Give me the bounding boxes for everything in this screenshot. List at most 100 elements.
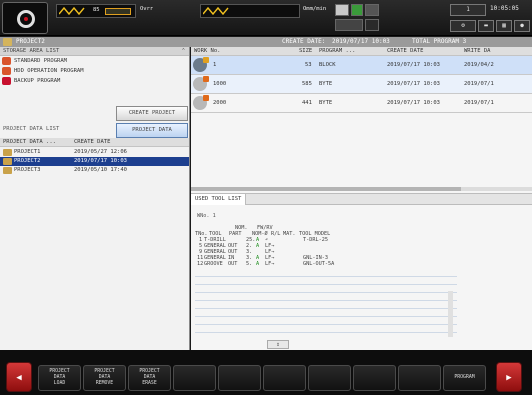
empty-rows xyxy=(195,269,457,333)
work-row-selected[interactable]: 1 53 BLOCK 2019/07/17 10:03 2019/04/2 xyxy=(191,56,532,75)
project-date: 2019/05/10 17:40 xyxy=(74,167,127,173)
project-name: PROJECT1 xyxy=(14,149,41,155)
work-size: 441 xyxy=(302,100,312,106)
mode-block[interactable] xyxy=(335,19,363,31)
project-date: 2019/07/17 10:03 xyxy=(74,158,127,164)
storage-area-title: STORAGE AREA LIST xyxy=(3,48,60,54)
collapse-icon[interactable]: ⌃ xyxy=(182,47,185,56)
mode-block[interactable] xyxy=(335,4,349,16)
feed-rate-gauge xyxy=(200,4,300,18)
scrollbar-thumb[interactable] xyxy=(191,187,461,191)
scroll-toggle-icon[interactable]: ⇕ xyxy=(267,340,289,349)
work-unit: BYTE xyxy=(319,81,333,87)
storage-item-backup[interactable]: BACKUP PROGRAM xyxy=(0,76,189,86)
work-write-date: 2019/04/2 xyxy=(464,62,494,68)
used-tool-list-tab[interactable]: USED TOOL LIST xyxy=(191,194,247,205)
mode-block[interactable] xyxy=(351,4,363,16)
tool-table: NOM. FW/RV TNo. TOOL PART NOM-Ø R/L MAT.… xyxy=(195,225,457,337)
project-name: PROJECT2 xyxy=(14,158,41,164)
tool-table-header: NOM. FW/RV TNo. TOOL PART NOM-Ø R/L MAT.… xyxy=(195,225,457,237)
softkey-label: ERASE xyxy=(142,381,157,386)
softkey-empty[interactable] xyxy=(353,365,396,391)
used-tool-list-header: USED TOOL LIST xyxy=(191,193,532,205)
col-program[interactable]: PROGRAM ... xyxy=(319,48,355,54)
work-unit: BLOCK xyxy=(319,62,336,68)
project-date: 2019/05/27 12:06 xyxy=(74,149,127,155)
work-write-date: 2019/07/1 xyxy=(464,100,494,106)
folder-icon xyxy=(3,158,12,165)
softkey-empty[interactable] xyxy=(308,365,351,391)
tool-tno: 12 xyxy=(197,261,204,267)
spindle-load-gauge: 85 xyxy=(56,4,136,18)
project-name: PROJECT3 xyxy=(14,167,41,173)
wno-value: 1 xyxy=(212,213,216,219)
storage-item-hdd[interactable]: HDD OPERATION PROGRAM xyxy=(0,66,189,76)
program-badge-icon xyxy=(203,76,209,82)
tool-list-scrollbar[interactable] xyxy=(448,291,453,337)
wno-label: WNo. xyxy=(197,213,210,219)
tool-row[interactable]: 12 GROOVE OUT 5. A LF→ GNL-OUT-5A xyxy=(195,261,457,267)
softkey-project-data-load[interactable]: PROJECT DATA LOAD xyxy=(38,365,81,391)
create-date-value: 2019/07/17 10:03 xyxy=(332,38,390,45)
title-bar: PROJECT2 CREATE DATE: 2019/07/17 10:03 T… xyxy=(0,37,532,47)
mazak-logo[interactable] xyxy=(2,2,48,34)
network-status[interactable]: 1 xyxy=(450,4,486,16)
softkey-empty[interactable] xyxy=(173,365,216,391)
work-create-date: 2019/07/17 10:03 xyxy=(387,62,440,68)
col-create-date[interactable]: CREATE DATE xyxy=(387,48,423,54)
tool-a: A xyxy=(256,261,260,267)
grid-icon[interactable]: ▦ xyxy=(496,20,512,32)
program-badge-icon xyxy=(203,95,209,101)
col-write-date[interactable]: WRITE DA xyxy=(464,48,491,54)
softkey-empty[interactable] xyxy=(263,365,306,391)
project-data-button[interactable]: PROJECT DATA xyxy=(116,123,188,138)
softkey-project-data-erase[interactable]: PROJECT DATA ERASE xyxy=(128,365,171,391)
col-create-date[interactable]: CREATE DATE xyxy=(74,139,110,145)
work-size: 585 xyxy=(302,81,312,87)
col-size[interactable]: SIZE xyxy=(299,48,312,54)
softkey-project-data-remove[interactable]: PROJECT DATA REMOVE xyxy=(83,365,126,391)
storage-item-standard[interactable]: STANDARD PROGRAM xyxy=(0,56,189,66)
menu-icon[interactable]: ▬ xyxy=(478,20,494,32)
work-row[interactable]: 2000 441 BYTE 2019/07/17 10:03 2019/07/1 xyxy=(191,94,532,113)
settings-icon[interactable]: ⚙ xyxy=(450,20,476,32)
spindle-bar xyxy=(105,8,131,15)
softkey-program[interactable]: PROGRAM xyxy=(443,365,486,391)
tool-name: GROOVE xyxy=(204,261,223,267)
work-create-date: 2019/07/17 10:03 xyxy=(387,81,440,87)
mode-value: 1 xyxy=(466,6,470,13)
project-row[interactable]: PROJECT1 2019/05/27 12:06 xyxy=(0,148,189,157)
softkey-empty[interactable] xyxy=(398,365,441,391)
hdd-icon xyxy=(2,67,11,75)
work-no: 2000 xyxy=(213,100,227,106)
work-no: 1 xyxy=(213,62,217,68)
clock: 10:05:05 xyxy=(490,5,519,12)
power-icon[interactable]: ● xyxy=(514,20,530,32)
prev-page-arrow-icon[interactable]: ◀ xyxy=(6,362,32,392)
tool-nom: 5. xyxy=(246,261,253,267)
storage-item-label: STANDARD PROGRAM xyxy=(14,58,67,64)
create-project-button[interactable]: CREATE PROJECT xyxy=(116,106,188,121)
mode-block[interactable] xyxy=(365,19,379,31)
project-list-header: PROJECT DATA ... CREATE DATE xyxy=(0,138,189,147)
wave-icon xyxy=(203,6,229,16)
col-work-no[interactable]: WORK No. xyxy=(194,48,221,54)
work-row[interactable]: 1000 585 BYTE 2019/07/17 10:03 2019/07/1 xyxy=(191,75,532,94)
softkey-empty[interactable] xyxy=(218,365,261,391)
project-row-selected[interactable]: PROJECT2 2019/07/17 10:03 xyxy=(0,157,189,166)
top-status-bar: 85 Ovrr Omm/min 1 10:05:05 ⚙ ▬ ▦ ● xyxy=(0,0,532,36)
project-row[interactable]: PROJECT3 2019/05/10 17:40 xyxy=(0,166,189,175)
softkey-label: PROGRAM xyxy=(454,375,475,380)
project-title: PROJECT2 xyxy=(16,38,45,45)
col-project-name[interactable]: PROJECT DATA ... xyxy=(3,139,56,145)
backup-icon xyxy=(2,77,11,85)
feed-label: Ovrr xyxy=(140,6,154,12)
horizontal-scrollbar[interactable] xyxy=(191,187,532,191)
folder-icon xyxy=(3,38,12,46)
wave-icon xyxy=(59,6,85,16)
mode-block[interactable] xyxy=(365,4,379,16)
next-page-arrow-icon[interactable]: ▶ xyxy=(496,362,522,392)
storage-item-label: HDD OPERATION PROGRAM xyxy=(14,68,84,74)
folder-icon xyxy=(3,149,12,156)
program-badge-icon xyxy=(203,57,209,63)
